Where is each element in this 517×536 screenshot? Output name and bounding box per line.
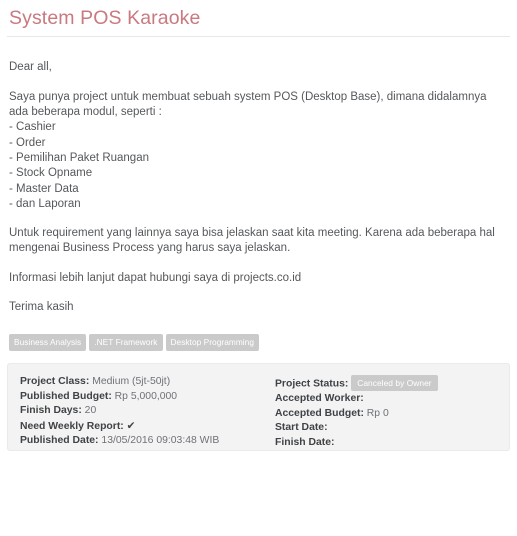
skill-tag-business-analysis[interactable]: Business Analysis bbox=[9, 334, 87, 352]
description-contact: Informasi lebih lanjut dapat hubungi say… bbox=[9, 271, 302, 284]
need-weekly-report-label: Need Weekly Report: bbox=[20, 420, 124, 432]
description-requirement: Untuk requirement yang lainnya saya bisa… bbox=[9, 227, 495, 255]
detail-row: Published Date: 13/05/2016 09:03:48 WIB bbox=[20, 434, 275, 449]
accepted-budget-value: Rp 0 bbox=[366, 407, 389, 419]
list-item: - Cashier bbox=[9, 121, 56, 134]
detail-row: Finish Days: 20 bbox=[20, 404, 275, 419]
finish-days-label: Finish Days: bbox=[20, 405, 82, 417]
finish-date-label: Finish Date: bbox=[275, 436, 335, 448]
list-item: - dan Laporan bbox=[9, 197, 81, 210]
project-detail-panel: Project Class: Medium (5jt-50jt) Publish… bbox=[7, 363, 510, 452]
accepted-worker-label: Accepted Worker: bbox=[275, 393, 364, 405]
detail-column-left: Project Class: Medium (5jt-50jt) Publish… bbox=[20, 375, 275, 446]
start-date-label: Start Date: bbox=[275, 422, 328, 434]
project-detail-page: System POS Karaoke Dear all, Saya punya … bbox=[0, 0, 517, 536]
published-date-value: 13/05/2016 09:03:48 WIB bbox=[101, 435, 220, 447]
status-badge: Canceled by Owner bbox=[351, 375, 438, 391]
list-item: - Stock Opname bbox=[9, 167, 93, 180]
published-budget-value: Rp 5,000,000 bbox=[114, 390, 178, 402]
skill-tag-desktop-programming[interactable]: Desktop Programming bbox=[165, 334, 260, 352]
module-list: - Cashier - Order - Pemilihan Paket Ruan… bbox=[9, 120, 508, 212]
detail-row: Project Status: Canceled by Owner bbox=[275, 375, 497, 392]
skill-tag-net-framework[interactable]: .NET Framework bbox=[89, 334, 163, 352]
published-date-label: Published Date: bbox=[20, 435, 99, 447]
detail-row: Need Weekly Report: ✔ bbox=[20, 419, 275, 435]
project-status-label: Project Status: bbox=[275, 378, 349, 390]
detail-row: Accepted Worker: bbox=[275, 392, 497, 407]
description-closing: Terima kasih bbox=[9, 301, 74, 313]
project-class-label: Project Class: bbox=[20, 376, 90, 388]
description-intro: Saya punya project untuk membuat sebuah … bbox=[9, 90, 487, 119]
published-budget-label: Published Budget: bbox=[20, 390, 112, 402]
list-item: - Order bbox=[9, 136, 46, 149]
detail-row: Published Budget: Rp 5,000,000 bbox=[20, 390, 275, 405]
detail-row: Finish Date: bbox=[275, 436, 497, 451]
description-greeting: Dear all, bbox=[9, 61, 52, 74]
list-item: - Master Data bbox=[9, 182, 79, 195]
detail-row: Project Class: Medium (5jt-50jt) bbox=[20, 375, 275, 390]
finish-days-value: 20 bbox=[84, 405, 97, 417]
project-class-value: Medium (5jt-50jt) bbox=[92, 376, 171, 388]
detail-row: Accepted Budget: Rp 0 bbox=[275, 407, 497, 422]
check-icon: ✔ bbox=[126, 419, 136, 432]
detail-column-right: Project Status: Canceled by Owner Accept… bbox=[275, 375, 497, 448]
page-title: System POS Karaoke bbox=[7, 0, 510, 38]
skill-tag-list: Business Analysis .NET Framework Desktop… bbox=[7, 334, 510, 352]
detail-row: Start Date: bbox=[275, 421, 497, 436]
project-description: Dear all, Saya punya project untuk membu… bbox=[7, 60, 510, 315]
list-item: - Pemilihan Paket Ruangan bbox=[9, 151, 149, 164]
accepted-budget-label: Accepted Budget: bbox=[275, 407, 364, 419]
